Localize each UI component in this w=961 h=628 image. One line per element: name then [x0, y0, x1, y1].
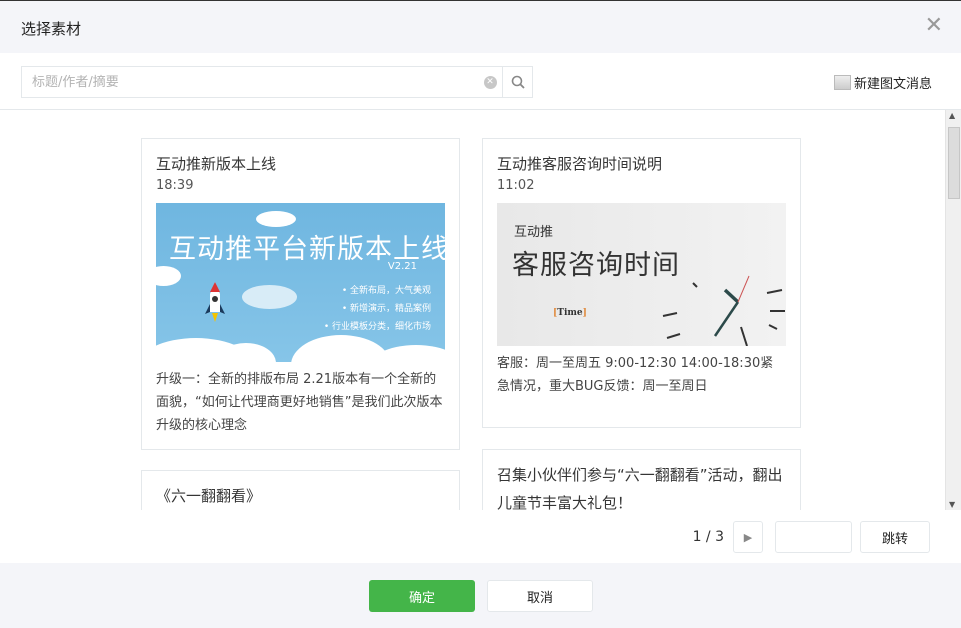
card-title: 召集小伙伴们参与“六一翻翻看”活动，翻出儿童节丰富大礼包！	[497, 466, 783, 510]
cover-subtitle: 互动推	[514, 225, 554, 240]
card-time: 11:02	[497, 178, 535, 193]
scroll-down-icon[interactable]: ▼	[949, 500, 955, 509]
close-icon[interactable]: ✕	[925, 13, 943, 38]
cover-tag: [Time]	[553, 308, 587, 318]
cover-headline: 客服咨询时间	[512, 250, 680, 281]
clear-icon[interactable]: ✕	[478, 67, 502, 97]
confirm-button[interactable]: 确定	[369, 580, 475, 612]
material-card[interactable]: 互动推客服咨询时间说明 11:02 互动推 客服咨询时间 [Time] 客服：周…	[482, 138, 801, 428]
card-cover-image: 互动推平台新版本上线 V2.21 • 全新布局，大气美观 • 新增演示，精品案例…	[156, 203, 445, 362]
card-time: 18:39	[156, 178, 194, 193]
clock-icon	[662, 275, 785, 346]
cover-version: V2.21	[387, 261, 417, 272]
card-description: 升级一：全新的排版布局 2.21版本有一个全新的面貌，“如何让代理商更好地销售”…	[156, 372, 443, 433]
jump-button[interactable]: 跳转	[860, 521, 930, 553]
dialog-header: 选择素材 ✕	[0, 0, 961, 53]
material-list: 互动推新版本上线 18:39 互动推平台新版本上线 V2.21 • 全新布局，大…	[0, 110, 945, 510]
card-title: 互动推客服咨询时间说明	[497, 155, 663, 173]
page-jump-input[interactable]	[775, 521, 852, 553]
page-indicator: 1 / 3	[692, 529, 724, 545]
triangle-right-icon: ▶	[743, 530, 753, 544]
search-icon[interactable]	[502, 67, 532, 97]
cover-bullet: • 新增演示，精品案例	[341, 304, 431, 314]
cover-bullet: • 行业模板分类，细化市场	[323, 322, 431, 332]
scrollbar[interactable]: ▲ ▼	[945, 110, 961, 510]
search-input[interactable]	[22, 67, 478, 97]
next-page-button[interactable]: ▶	[733, 521, 763, 553]
new-message-label: 新建图文消息	[853, 77, 932, 92]
dialog-footer: 确定 取消	[0, 563, 961, 628]
new-message-button[interactable]: 新建图文消息	[833, 73, 932, 92]
card-description: 客服：周一至周五 9:00-12:30 14:00-18:30紧急情况，重大BU…	[497, 356, 774, 394]
image-icon	[833, 75, 851, 90]
scroll-up-icon[interactable]: ▲	[949, 111, 955, 120]
dialog-title: 选择素材	[21, 20, 82, 38]
card-title: 《六一翻翻看》	[156, 487, 262, 505]
pagination: 1 / 3 ▶ 跳转	[693, 521, 930, 553]
cancel-button[interactable]: 取消	[487, 580, 593, 612]
rocket-icon	[205, 282, 225, 322]
material-card[interactable]: 互动推新版本上线 18:39 互动推平台新版本上线 V2.21 • 全新布局，大…	[141, 138, 460, 450]
scrollbar-thumb[interactable]	[948, 127, 960, 199]
card-title: 互动推新版本上线	[156, 155, 277, 173]
card-cover-image: 互动推 客服咨询时间 [Time]	[497, 203, 786, 346]
material-card[interactable]: 召集小伙伴们参与“六一翻翻看”活动，翻出儿童节丰富大礼包！	[482, 449, 801, 510]
cover-bullet: • 全新布局，大气美观	[341, 286, 431, 296]
material-card[interactable]: 《六一翻翻看》	[141, 470, 460, 510]
search-box: ✕	[21, 66, 533, 98]
